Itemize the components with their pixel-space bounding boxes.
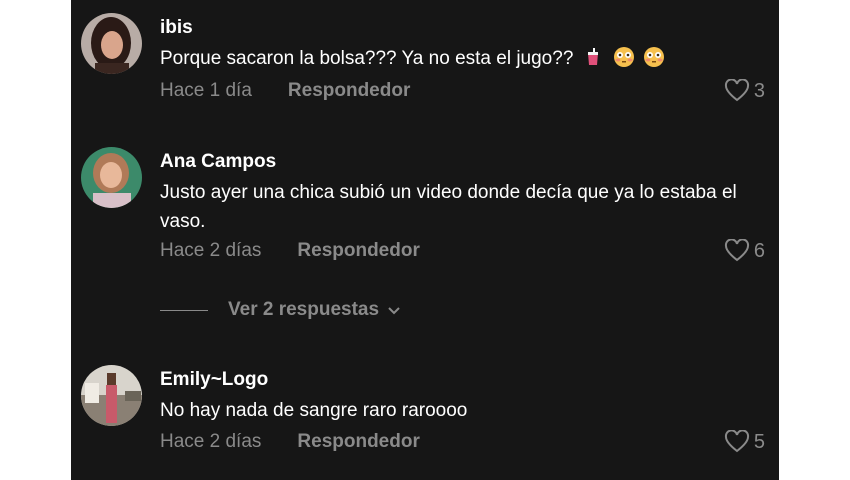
comment-meta: Hace 2 días Respondedor: [160, 430, 420, 454]
like-button[interactable]: 3: [724, 79, 765, 103]
avatar[interactable]: [81, 147, 142, 208]
reply-button[interactable]: Respondedor: [297, 431, 419, 453]
comment-text: No hay nada de sangre raro raroooo: [160, 400, 468, 421]
like-count: 3: [753, 79, 765, 102]
like-count: 6: [753, 239, 765, 262]
avatar-image: [81, 13, 142, 74]
view-replies-label: Ver 2 respuestas: [228, 299, 380, 320]
heart-outline-icon: [724, 79, 749, 102]
comment-date: Hace 2 días: [160, 431, 262, 452]
chevron-down-icon: [388, 307, 400, 315]
comment-date: Hace 2 días: [160, 240, 262, 261]
like-button[interactable]: 6: [724, 239, 765, 263]
view-replies-button[interactable]: Ver 2 respuestas: [160, 296, 401, 324]
comment-text-content: Porque sacaron la bolsa??? Ya no esta el…: [160, 48, 574, 69]
reply-button[interactable]: Respondedor: [297, 240, 419, 262]
heart-outline-icon: [724, 239, 749, 262]
avatar[interactable]: [81, 13, 142, 74]
avatar-image: [81, 365, 142, 426]
reply-button[interactable]: Respondedor: [288, 80, 410, 102]
comment-username[interactable]: ibis: [160, 17, 193, 39]
like-button[interactable]: 5: [724, 430, 765, 454]
avatar[interactable]: [81, 365, 142, 426]
heart-outline-icon: [724, 430, 749, 453]
cup-with-straw-emoji: [588, 48, 599, 65]
divider-line: [160, 309, 208, 311]
flushed-face-emoji: [644, 47, 665, 67]
comment-username[interactable]: Emily~Logo: [160, 369, 268, 391]
comment-meta: Hace 2 días Respondedor: [160, 239, 420, 263]
comment-meta: Hace 1 día Respondedor: [160, 79, 410, 103]
flushed-face-emoji: [614, 47, 635, 67]
comment-text: Justo ayer una chica subió un video dond…: [160, 182, 737, 232]
avatar-image: [81, 147, 142, 208]
like-count: 5: [753, 430, 765, 453]
comments-panel: ibis Porque sacaron la bolsa??? Ya no es…: [71, 0, 779, 480]
comment-username[interactable]: Ana Campos: [160, 151, 276, 173]
comment-text: Porque sacaron la bolsa??? Ya no esta el…: [160, 44, 760, 73]
comment-date: Hace 1 día: [160, 80, 252, 101]
